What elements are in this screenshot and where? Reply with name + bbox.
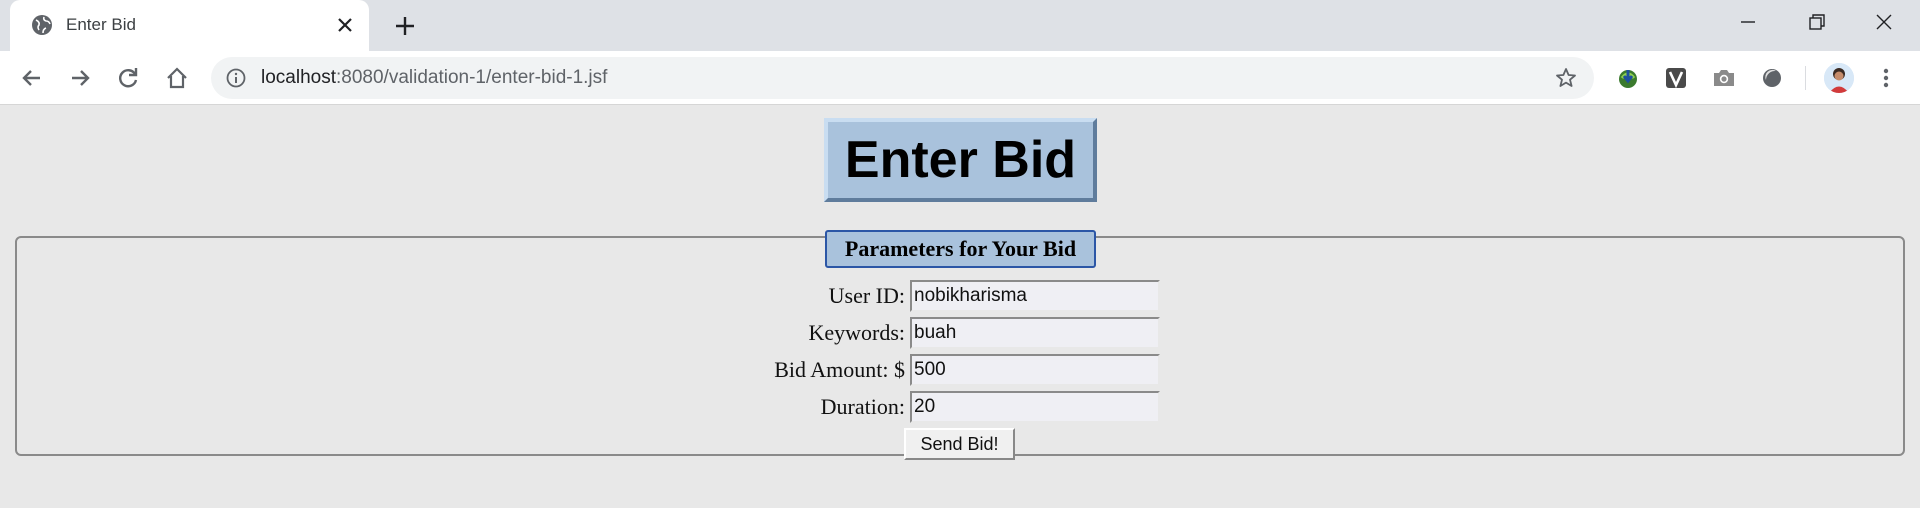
v-extension-icon[interactable] xyxy=(1662,64,1690,92)
reload-icon[interactable] xyxy=(114,64,142,92)
avatar[interactable] xyxy=(1824,63,1854,93)
browser-toolbar: localhost:8080/validation-1/enter-bid-1.… xyxy=(0,51,1920,105)
send-bid-button[interactable]: Send Bid! xyxy=(904,428,1015,460)
keywords-label: Keywords: xyxy=(808,320,905,345)
user-id-input[interactable] xyxy=(910,280,1160,312)
star-icon[interactable] xyxy=(1554,66,1578,90)
duration-label: Duration: xyxy=(820,394,905,419)
keywords-input[interactable] xyxy=(910,317,1160,349)
page-title: Enter Bid xyxy=(844,131,1077,189)
globe-icon xyxy=(32,15,52,35)
form-row-bid-amount: Bid Amount: $ xyxy=(0,354,1920,386)
browser-tab[interactable]: Enter Bid xyxy=(10,0,369,51)
page-content: Enter Bid Parameters for Your Bid User I… xyxy=(0,106,1920,508)
form-row-duration: Duration: xyxy=(0,391,1920,423)
user-id-label: User ID: xyxy=(828,283,905,308)
page-title-box: Enter Bid xyxy=(824,118,1097,202)
toolbar-divider xyxy=(1805,66,1806,90)
form-row-keywords: Keywords: xyxy=(0,317,1920,349)
bid-amount-input[interactable] xyxy=(910,354,1160,386)
tab-strip: Enter Bid xyxy=(0,0,1920,51)
form-row-user-id: User ID: xyxy=(0,280,1920,312)
arrow-right-icon[interactable] xyxy=(66,64,94,92)
fieldset-legend: Parameters for Your Bid xyxy=(825,230,1096,268)
url-text: localhost:8080/validation-1/enter-bid-1.… xyxy=(261,67,607,89)
url-path: :8080/validation-1/enter-bid-1.jsf xyxy=(336,67,608,88)
circle-extension-icon[interactable] xyxy=(1758,64,1786,92)
url-host: localhost xyxy=(261,67,336,88)
home-icon[interactable] xyxy=(163,64,191,92)
restore-icon[interactable] xyxy=(1798,8,1834,36)
camera-icon[interactable] xyxy=(1710,64,1738,92)
duration-input[interactable] xyxy=(910,391,1160,423)
plus-icon[interactable] xyxy=(392,13,418,39)
window-close-icon[interactable] xyxy=(1866,8,1902,36)
minimize-icon[interactable] xyxy=(1730,8,1766,36)
tab-title: Enter Bid xyxy=(66,15,136,34)
kebab-menu-icon[interactable] xyxy=(1872,64,1900,92)
profile-picture-icon xyxy=(1824,63,1854,93)
address-bar[interactable]: localhost:8080/validation-1/enter-bid-1.… xyxy=(211,57,1594,99)
info-icon[interactable] xyxy=(225,67,247,89)
bid-amount-label: Bid Amount: $ xyxy=(774,357,905,382)
close-icon[interactable] xyxy=(334,14,356,36)
arrow-left-icon[interactable] xyxy=(18,64,46,92)
download-manager-extension-icon[interactable] xyxy=(1614,64,1642,92)
